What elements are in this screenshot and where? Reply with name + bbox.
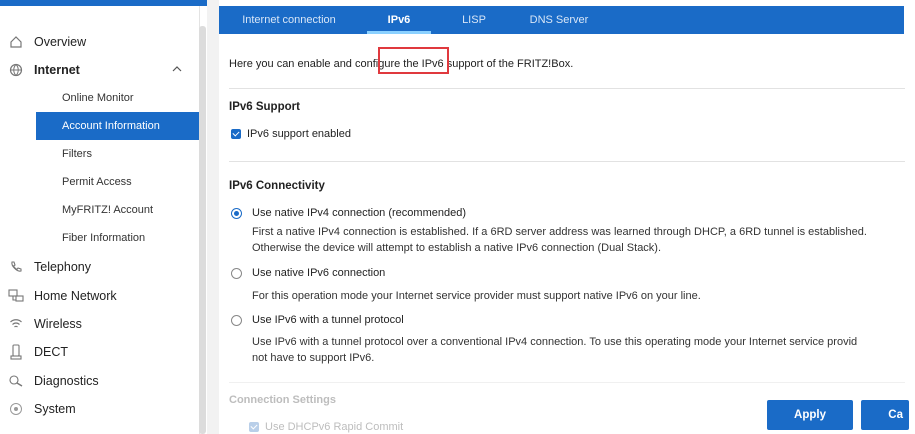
- tab-internet-connection[interactable]: Internet connection: [219, 6, 359, 34]
- sidebar-item-overview[interactable]: Overview: [0, 28, 200, 56]
- home-icon: [8, 34, 24, 50]
- sidebar-item-label: MyFRITZ! Account: [62, 204, 154, 216]
- section-title-ipv6-connectivity: IPv6 Connectivity: [229, 180, 325, 192]
- sidebar-item-label: Diagnostics: [34, 374, 99, 388]
- sidebar-item-permit-access[interactable]: Permit Access: [0, 168, 200, 196]
- sidebar-item-internet[interactable]: Internet: [0, 56, 200, 84]
- radio-label: Use native IPv6 connection: [252, 267, 386, 279]
- sidebar-item-online-monitor[interactable]: Online Monitor: [0, 84, 200, 112]
- sidebar-item-label: DECT: [34, 345, 69, 359]
- radio-ipv6-tunnel[interactable]: [231, 315, 242, 326]
- sidebar-item-dect[interactable]: DECT: [0, 338, 200, 366]
- tab-lisp[interactable]: LISP: [439, 6, 509, 34]
- option-description: First a native IPv4 connection is establ…: [252, 226, 867, 238]
- sidebar-item-system[interactable]: System: [0, 395, 200, 423]
- radio-label: Use native IPv4 connection (recommended): [252, 207, 466, 219]
- ipv6-support-label: IPv6 support enabled: [247, 128, 351, 140]
- sidebar-item-diagnostics[interactable]: Diagnostics: [0, 367, 200, 395]
- ipv6-support-checkbox[interactable]: [231, 129, 241, 139]
- option-description: For this operation mode your Internet se…: [252, 290, 701, 302]
- sidebar-item-wireless[interactable]: Wireless: [0, 310, 200, 338]
- sidebar-item-label: Fiber Information: [62, 232, 146, 244]
- chevron-up-icon[interactable]: [172, 64, 182, 76]
- tab-label: DNS Server: [529, 14, 589, 26]
- option-description: Use IPv6 with a tunnel protocol over a c…: [252, 336, 858, 348]
- sidebar-top-accent: [0, 0, 210, 6]
- tab-ipv6[interactable]: IPv6: [359, 6, 439, 34]
- sidebar-item-label: Home Network: [34, 289, 117, 303]
- divider: [229, 161, 905, 162]
- radio-label: Use IPv6 with a tunnel protocol: [252, 314, 404, 326]
- sidebar-item-label: Account Information: [62, 120, 160, 132]
- section-title-connection-settings: Connection Settings: [229, 394, 336, 406]
- option-description: not have to support IPv6.: [252, 352, 375, 364]
- tab-label: Internet connection: [242, 14, 336, 26]
- globe-icon: [8, 62, 24, 78]
- radio-native-ipv6[interactable]: [231, 268, 242, 279]
- sidebar-item-label: Permit Access: [62, 176, 132, 188]
- sidebar-item-label: System: [34, 402, 76, 416]
- tab-bar: Internet connection IPv6 LISP DNS Server: [219, 6, 904, 34]
- option-description: Otherwise the device will attempt to est…: [252, 242, 662, 254]
- rapid-commit-checkbox[interactable]: [249, 422, 259, 432]
- panel-divider: [207, 0, 219, 434]
- sidebar-item-home-network[interactable]: Home Network: [0, 282, 200, 310]
- divider: [229, 382, 905, 383]
- system-icon: [8, 401, 24, 417]
- radio-native-ipv4[interactable]: [231, 208, 242, 219]
- sidebar: Overview Internet Online Monitor Account…: [0, 0, 210, 434]
- sidebar-item-myfritz-account[interactable]: MyFRITZ! Account: [0, 196, 200, 224]
- section-title-ipv6-support: IPv6 Support: [229, 101, 300, 113]
- sidebar-item-account-information[interactable]: Account Information: [36, 112, 200, 140]
- tab-dns-server[interactable]: DNS Server: [509, 6, 609, 34]
- network-icon: [8, 288, 24, 304]
- tab-label: IPv6: [387, 14, 411, 26]
- sidebar-item-telephony[interactable]: Telephony: [0, 253, 200, 281]
- apply-button[interactable]: Apply: [767, 400, 853, 430]
- tab-label: LISP: [462, 14, 486, 26]
- dect-phone-icon: [8, 344, 24, 360]
- sidebar-item-filters[interactable]: Filters: [0, 140, 200, 168]
- diagnostics-icon: [8, 373, 24, 389]
- rapid-commit-label: Use DHCPv6 Rapid Commit: [265, 421, 404, 433]
- cancel-button[interactable]: Ca: [861, 400, 909, 430]
- sidebar-item-label: Internet: [34, 63, 80, 77]
- sidebar-item-label: Wireless: [34, 317, 82, 331]
- phone-icon: [8, 259, 24, 275]
- sidebar-item-label: Filters: [62, 148, 92, 160]
- divider: [229, 88, 905, 89]
- main-content: Here you can enable and configure the IP…: [219, 34, 909, 434]
- wifi-icon: [8, 316, 24, 332]
- sidebar-item-label: Online Monitor: [62, 92, 134, 104]
- sidebar-scrollbar[interactable]: [199, 26, 206, 434]
- highlight-box: [378, 47, 449, 74]
- sidebar-item-label: Overview: [34, 35, 87, 49]
- sidebar-item-label: Telephony: [34, 260, 91, 274]
- sidebar-item-fiber-information[interactable]: Fiber Information: [0, 224, 200, 252]
